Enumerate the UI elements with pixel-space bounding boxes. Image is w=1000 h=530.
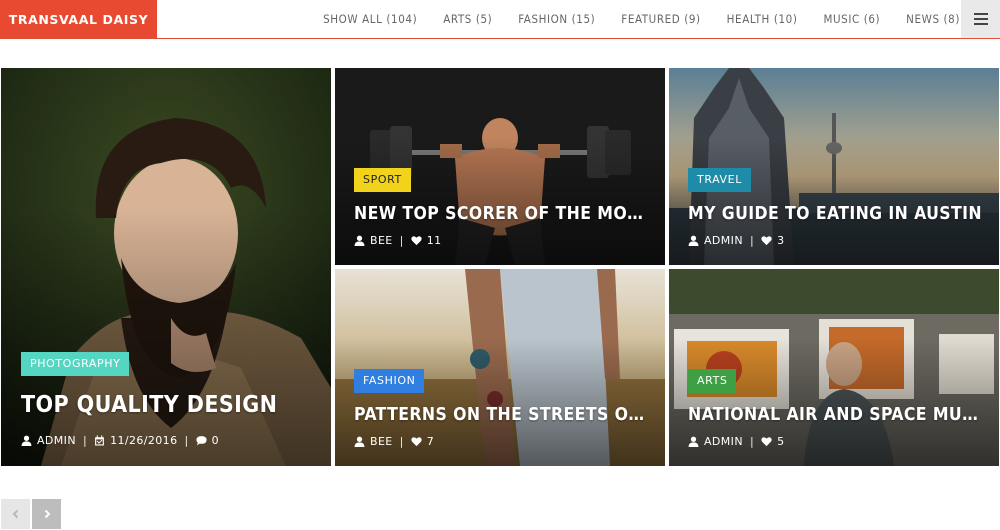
user-icon	[688, 235, 699, 246]
category-tag-sport[interactable]: SPORT	[354, 168, 411, 192]
post-meta: ADMIN | 3	[688, 234, 784, 247]
filter-show-all[interactable]: SHOW ALL (104)	[323, 12, 417, 26]
filter-health[interactable]: HEALTH (10)	[727, 12, 798, 26]
heart-icon	[761, 236, 772, 246]
post-title[interactable]: TOP QUALITY DESIGN	[21, 392, 321, 418]
post-title[interactable]: MY GUIDE TO EATING IN AUSTIN	[688, 204, 988, 224]
post-meta: BEE | 11	[354, 234, 442, 247]
post-date: 11/26/2016	[110, 434, 178, 447]
heart-icon	[761, 437, 772, 447]
calendar-icon	[95, 435, 104, 446]
filter-music[interactable]: MUSIC (6)	[823, 12, 880, 26]
user-icon	[688, 436, 699, 447]
meta-separator: |	[399, 435, 404, 448]
like-count[interactable]: 7	[427, 435, 434, 448]
heart-icon	[411, 437, 422, 447]
previous-page-button[interactable]	[1, 499, 30, 529]
user-icon	[354, 436, 365, 447]
meta-separator: |	[399, 234, 404, 247]
meta-separator: |	[749, 234, 755, 247]
meta-separator: |	[184, 434, 189, 447]
post-title[interactable]: PATTERNS ON THE STREETS OF ...	[354, 405, 650, 425]
post-card-patterns-streets[interactable]: FASHION PATTERNS ON THE STREETS OF ... B…	[335, 269, 665, 466]
grid-pager	[1, 499, 61, 529]
post-title[interactable]: NEW TOP SCORER OF THE MONTH	[354, 204, 654, 224]
meta-separator: |	[749, 435, 755, 448]
post-card-top-quality-design[interactable]: PHOTOGRAPHY TOP QUALITY DESIGN ADMIN | 1…	[1, 68, 331, 466]
category-tag-fashion[interactable]: FASHION	[354, 369, 425, 393]
post-author[interactable]: ADMIN	[37, 434, 76, 447]
site-logo[interactable]: TRANSVAAL DAISY	[0, 0, 157, 38]
category-tag-arts[interactable]: ARTS	[688, 369, 737, 393]
heart-icon	[411, 236, 422, 246]
post-meta: ADMIN | 11/26/2016 | 0	[21, 434, 219, 447]
user-icon	[21, 435, 32, 446]
chevron-left-icon	[12, 509, 18, 519]
filter-arts[interactable]: ARTS (5)	[443, 12, 492, 26]
user-icon	[354, 235, 365, 246]
like-count[interactable]: 3	[777, 234, 784, 247]
post-meta: BEE | 7	[354, 435, 434, 448]
category-filter-nav: SHOW ALL (104) ARTS (5) FASHION (15) FEA…	[297, 0, 960, 38]
next-page-button[interactable]	[32, 499, 61, 529]
top-bar: TRANSVAAL DAISY SHOW ALL (104) ARTS (5) …	[0, 0, 1000, 39]
chevron-right-icon	[44, 509, 50, 519]
post-grid: PHOTOGRAPHY TOP QUALITY DESIGN ADMIN | 1…	[0, 68, 1000, 467]
post-author[interactable]: ADMIN	[704, 435, 743, 448]
post-card-guide-austin[interactable]: TRAVEL MY GUIDE TO EATING IN AUSTIN ADMI…	[669, 68, 999, 265]
post-author[interactable]: BEE	[370, 435, 393, 448]
post-card-air-space-museum[interactable]: ARTS NATIONAL AIR AND SPACE MUSE... ADMI…	[669, 269, 999, 466]
hamburger-icon[interactable]	[961, 0, 1000, 38]
post-author[interactable]: ADMIN	[704, 234, 743, 247]
like-count[interactable]: 5	[777, 435, 784, 448]
post-author[interactable]: BEE	[370, 234, 393, 247]
filter-featured[interactable]: FEATURED (9)	[621, 12, 700, 26]
post-title[interactable]: NATIONAL AIR AND SPACE MUSE...	[688, 405, 984, 425]
filter-news[interactable]: NEWS (8)	[906, 12, 960, 26]
post-card-new-top-scorer[interactable]: SPORT NEW TOP SCORER OF THE MONTH BEE | …	[335, 68, 665, 265]
comment-count[interactable]: 0	[212, 434, 219, 447]
filter-fashion[interactable]: FASHION (15)	[518, 12, 595, 26]
comment-icon	[196, 436, 207, 446]
post-meta: ADMIN | 5	[688, 435, 784, 448]
meta-separator: |	[82, 434, 88, 447]
category-tag-travel[interactable]: TRAVEL	[688, 168, 751, 192]
like-count[interactable]: 11	[427, 234, 442, 247]
category-tag-photography[interactable]: PHOTOGRAPHY	[21, 352, 130, 376]
